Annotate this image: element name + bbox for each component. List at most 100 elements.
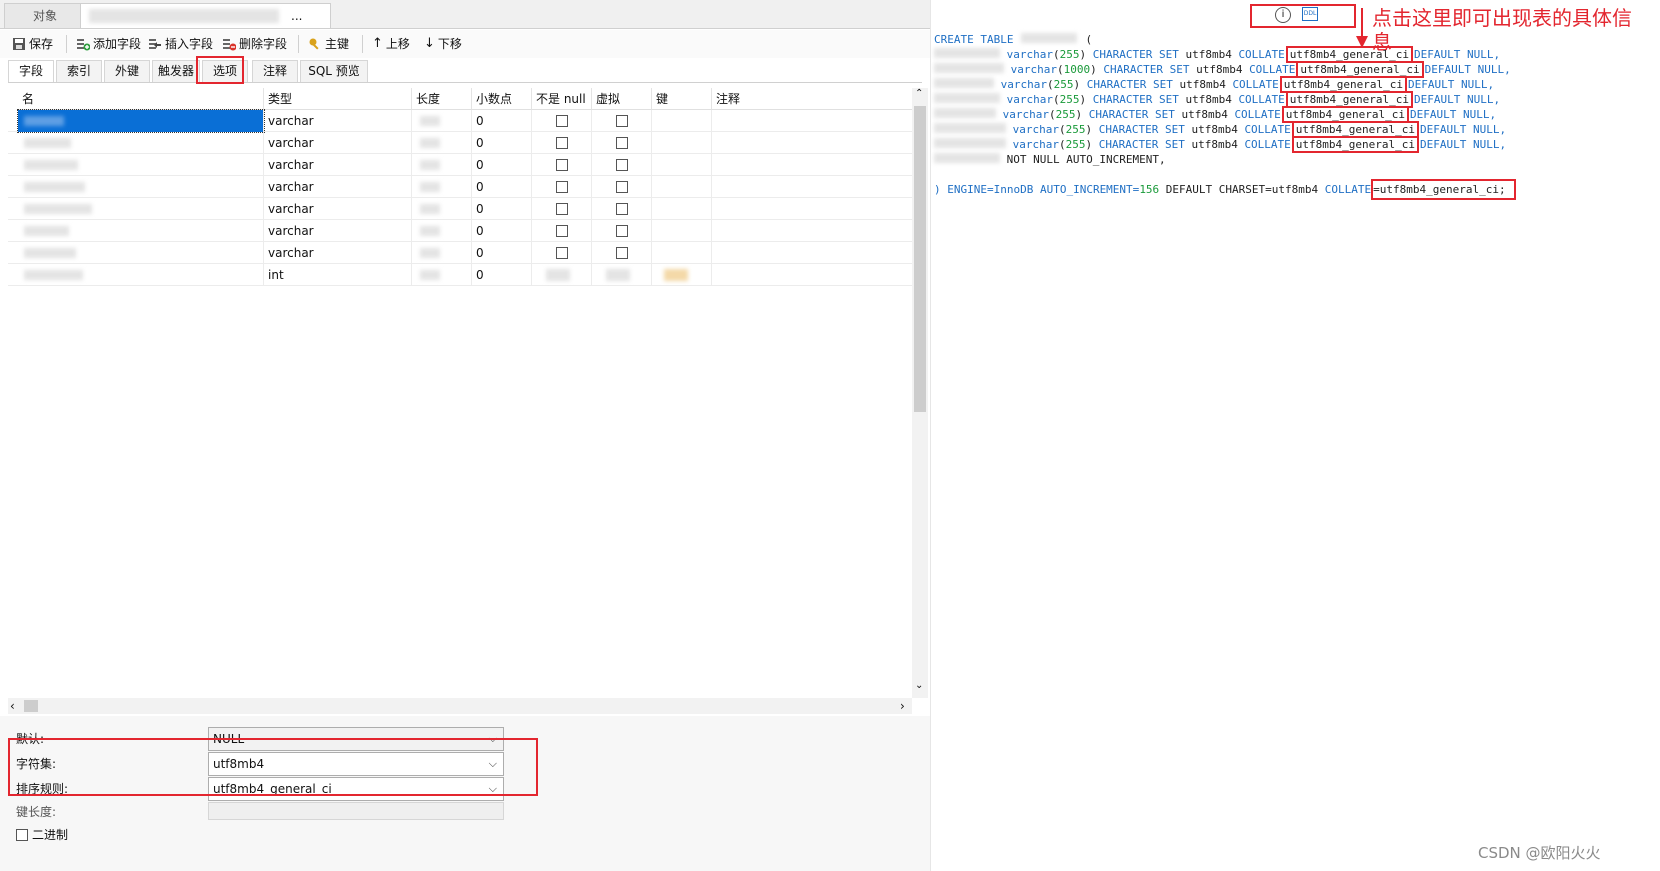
field-decimals-cell[interactable]: 0 [472, 264, 532, 286]
field-name-cell[interactable] [18, 132, 264, 154]
not-null-checkbox[interactable] [556, 247, 568, 259]
virtual-checkbox[interactable] [616, 115, 628, 127]
col-header-comment[interactable]: 注释 [712, 88, 912, 110]
not-null-checkbox[interactable] [556, 225, 568, 237]
insert-field-button[interactable]: 插入字段 [148, 34, 213, 54]
grid-vertical-scroll-thumb[interactable] [914, 106, 926, 412]
virtual-checkbox[interactable] [616, 203, 628, 215]
comment-cell[interactable] [712, 242, 912, 264]
field-type-cell[interactable]: varchar [264, 110, 412, 132]
key-cell[interactable] [652, 264, 712, 286]
field-length-cell[interactable] [412, 110, 472, 132]
col-header-length[interactable]: 长度 [412, 88, 472, 110]
virtual-checkbox[interactable] [616, 159, 628, 171]
grid-horizontal-scroll-thumb[interactable] [24, 700, 38, 712]
field-name-cell[interactable] [17, 109, 265, 133]
tab-indexes[interactable]: 索引 [56, 60, 102, 82]
field-type-cell[interactable]: varchar [264, 220, 412, 242]
key-cell[interactable] [652, 132, 712, 154]
comment-cell[interactable] [712, 154, 912, 176]
tab-sql-preview[interactable]: SQL 预览 [300, 60, 368, 82]
move-down-button[interactable]: ↓ 下移 [424, 34, 462, 54]
field-type-cell[interactable]: varchar [264, 132, 412, 154]
field-type-cell[interactable]: varchar [264, 198, 412, 220]
scroll-left-icon[interactable]: ‹ [10, 698, 15, 714]
table-row[interactable]: int 0 [8, 264, 912, 286]
key-cell[interactable] [652, 220, 712, 242]
field-decimals-cell[interactable]: 0 [472, 242, 532, 264]
field-length-cell[interactable] [412, 242, 472, 264]
tab-triggers[interactable]: 触发器 [152, 60, 200, 82]
tab-comments[interactable]: 注释 [252, 60, 298, 82]
field-type-cell[interactable]: varchar [264, 242, 412, 264]
comment-cell[interactable] [712, 264, 912, 286]
table-row[interactable]: varchar 0 [8, 109, 912, 133]
key-cell[interactable] [652, 110, 712, 132]
comment-cell[interactable] [712, 198, 912, 220]
table-row[interactable]: varchar 0 [8, 154, 912, 176]
field-length-cell[interactable] [412, 198, 472, 220]
field-length-cell[interactable] [412, 264, 472, 286]
field-name-cell[interactable] [18, 154, 264, 176]
field-length-cell[interactable] [412, 176, 472, 198]
field-decimals-cell[interactable]: 0 [472, 176, 532, 198]
comment-cell[interactable] [712, 176, 912, 198]
key-cell[interactable] [652, 154, 712, 176]
table-row[interactable]: varchar 0 [8, 176, 912, 198]
key-cell[interactable] [652, 176, 712, 198]
virtual-checkbox[interactable] [616, 181, 628, 193]
field-name-cell[interactable] [18, 242, 264, 264]
not-null-checkbox[interactable] [556, 115, 568, 127]
move-up-button[interactable]: ↑ 上移 [372, 34, 410, 54]
field-name-cell[interactable] [18, 264, 264, 286]
field-length-cell[interactable] [412, 132, 472, 154]
col-header-virtual[interactable]: 虚拟 [592, 88, 652, 110]
field-decimals-cell[interactable]: 0 [472, 110, 532, 132]
field-name-cell[interactable] [18, 220, 264, 242]
col-header-type[interactable]: 类型 [264, 88, 412, 110]
table-row[interactable]: varchar 0 [8, 242, 912, 264]
virtual-checkbox[interactable] [616, 247, 628, 259]
field-length-cell[interactable] [412, 154, 472, 176]
key-length-input[interactable] [208, 802, 504, 820]
col-header-key[interactable]: 键 [652, 88, 712, 110]
tab-foreign-keys[interactable]: 外键 [104, 60, 150, 82]
virtual-checkbox[interactable] [616, 225, 628, 237]
field-decimals-cell[interactable]: 0 [472, 198, 532, 220]
scroll-up-icon[interactable]: ⌃ [915, 88, 923, 99]
field-length-cell[interactable] [412, 220, 472, 242]
delete-field-button[interactable]: 删除字段 [222, 34, 287, 54]
add-field-button[interactable]: 添加字段 [76, 34, 141, 54]
field-name-cell[interactable] [18, 176, 264, 198]
info-icon[interactable]: i [1275, 7, 1291, 23]
field-type-cell[interactable]: int [264, 264, 412, 286]
not-null-checkbox[interactable] [556, 159, 568, 171]
scroll-right-icon[interactable]: › [900, 698, 905, 714]
virtual-checkbox[interactable] [616, 137, 628, 149]
save-button[interactable]: 保存 [12, 34, 53, 54]
field-decimals-cell[interactable]: 0 [472, 154, 532, 176]
comment-cell[interactable] [712, 132, 912, 154]
binary-checkbox-row[interactable]: 二进制 [16, 826, 68, 843]
ddl-icon[interactable]: DDL [1302, 7, 1318, 21]
field-type-cell[interactable]: varchar [264, 154, 412, 176]
field-decimals-cell[interactable]: 0 [472, 132, 532, 154]
tab-fields[interactable]: 字段 [8, 60, 54, 82]
col-header-name[interactable]: 名 [18, 88, 264, 110]
binary-checkbox[interactable] [16, 828, 28, 841]
key-cell[interactable] [652, 198, 712, 220]
scroll-down-icon[interactable]: ⌄ [915, 680, 923, 691]
table-row[interactable]: varchar 0 [8, 198, 912, 220]
col-header-not-null[interactable]: 不是 null [532, 88, 592, 110]
field-name-cell[interactable] [18, 198, 264, 220]
not-null-checkbox[interactable] [556, 203, 568, 215]
field-decimals-cell[interactable]: 0 [472, 220, 532, 242]
key-cell[interactable] [652, 242, 712, 264]
current-table-tab[interactable]: ... [80, 3, 331, 28]
comment-cell[interactable] [712, 110, 912, 132]
grid-horizontal-scrollbar[interactable]: ‹ › [8, 698, 912, 714]
primary-key-button[interactable]: 主键 [308, 34, 349, 54]
field-type-cell[interactable]: varchar [264, 176, 412, 198]
not-null-checkbox[interactable] [556, 181, 568, 193]
table-row[interactable]: varchar 0 [8, 220, 912, 242]
